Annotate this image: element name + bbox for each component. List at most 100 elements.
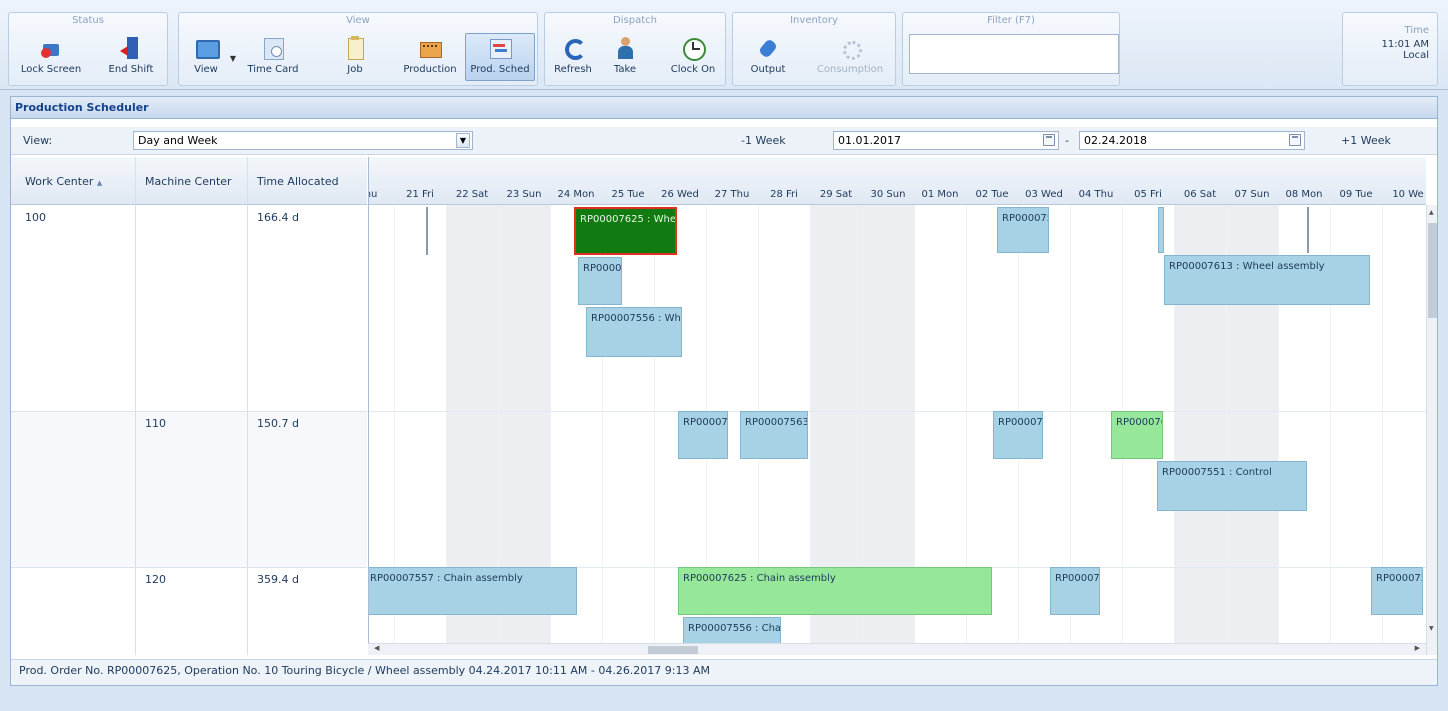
row-divider: [11, 567, 367, 568]
machine-center-column-header[interactable]: Machine Center: [145, 175, 232, 188]
lock-screen-button[interactable]: Lock Screen: [13, 33, 89, 81]
day-header-label[interactable]: 04 Thu: [1070, 189, 1122, 200]
schedule-bar[interactable]: RP00007551 : Chain assembly: [1371, 567, 1423, 615]
ribbon: Status Lock Screen End Shift View View ▼…: [0, 0, 1448, 90]
end-shift-button[interactable]: End Shift: [99, 33, 163, 81]
scroll-left-icon[interactable]: ◀: [374, 644, 379, 652]
view-button[interactable]: View ▼: [185, 33, 236, 81]
consumption-button[interactable]: Consumption: [811, 33, 889, 81]
vertical-scrollbar[interactable]: ▲ ▼: [1426, 205, 1437, 655]
prod-sched-button[interactable]: Prod. Sched: [465, 33, 535, 81]
schedule-bar[interactable]: RP00007556 : Wheel assembly: [586, 307, 682, 357]
day-header-label[interactable]: 10 We: [1382, 189, 1426, 200]
schedule-bar[interactable]: RP00007556 : Wheel assembly: [578, 257, 622, 305]
schedule-bar-selected[interactable]: RP00007625 : Wheel assembly: [574, 207, 677, 255]
group-title-inventory: Inventory: [790, 15, 838, 26]
schedule-bar[interactable]: RP00007561 : Control: [678, 411, 728, 459]
scroll-up-icon[interactable]: ▲: [1429, 209, 1434, 216]
gantt-chart[interactable]: Thu21 Fri22 Sat23 Sun24 Mon25 Tue26 Wed2…: [368, 157, 1426, 655]
day-header-label[interactable]: 29 Sat: [810, 189, 862, 200]
schedule-bar[interactable]: RP00007551 : Control: [1157, 461, 1307, 511]
day-header-label[interactable]: 24 Mon: [550, 189, 602, 200]
production-button[interactable]: Production: [399, 33, 461, 81]
day-header-label[interactable]: Thu: [369, 189, 394, 200]
date-from-field[interactable]: 01.01.2017: [833, 131, 1059, 150]
group-title-status: Status: [72, 15, 104, 26]
job-button[interactable]: Job: [337, 33, 373, 81]
chevron-down-icon[interactable]: ▼: [456, 133, 470, 148]
horizontal-scroll-thumb[interactable]: [648, 646, 698, 654]
day-header-label[interactable]: 30 Sun: [862, 189, 914, 200]
time-card-button[interactable]: Time Card: [243, 33, 303, 81]
ribbon-group-dispatch: Dispatch Refresh Take Clock On: [544, 12, 726, 86]
day-header-label[interactable]: 09 Tue: [1330, 189, 1382, 200]
prev-week-button[interactable]: -1 Week: [741, 134, 786, 147]
schedule-bar[interactable]: RP00007557 : Chain assembly: [369, 567, 577, 615]
day-header-label[interactable]: 23 Sun: [498, 189, 550, 200]
day-header-label[interactable]: 03 Wed: [1018, 189, 1070, 200]
calendar-icon[interactable]: [1289, 134, 1301, 146]
view-label: View:: [23, 134, 53, 147]
exit-door-icon: [119, 36, 143, 60]
schedule-bar[interactable]: RP00007625 : Chain assembly: [678, 567, 992, 615]
view-toolbar: View: Day and Week ▼ -1 Week 01.01.2017 …: [11, 127, 1437, 155]
schedule-bar[interactable]: RP00007557 : Wheel assembly: [997, 207, 1049, 253]
date-to-field[interactable]: 02.24.2018: [1079, 131, 1305, 150]
clock-icon: [681, 36, 706, 61]
schedule-bar[interactable]: RP00007563 : Control: [740, 411, 808, 459]
selection-status-line: Prod. Order No. RP00007625, Operation No…: [11, 659, 1437, 685]
day-header-label[interactable]: 21 Fri: [394, 189, 446, 200]
output-button[interactable]: Output: [743, 33, 793, 81]
ribbon-group-status: Status Lock Screen End Shift: [8, 12, 168, 86]
day-header-label[interactable]: 22 Sat: [446, 189, 498, 200]
day-header-label[interactable]: 01 Mon: [914, 189, 966, 200]
time-card-icon: [261, 36, 285, 60]
next-week-button[interactable]: +1 Week: [1341, 134, 1391, 147]
view-select-value: Day and Week: [138, 134, 218, 147]
job-label: Job: [347, 64, 363, 75]
marker-line: [426, 207, 428, 255]
marker-line: [1307, 207, 1309, 253]
schedule-chart-icon: [488, 36, 512, 60]
day-header-label[interactable]: 25 Tue: [602, 189, 654, 200]
scroll-down-icon[interactable]: ▼: [1429, 625, 1434, 632]
time-allocated-cell: 359.4 d: [257, 573, 299, 586]
day-header-label[interactable]: 08 Mon: [1278, 189, 1330, 200]
day-header-label[interactable]: 07 Sun: [1226, 189, 1278, 200]
day-header-label[interactable]: 27 Thu: [706, 189, 758, 200]
lock-screen-icon: [39, 36, 63, 60]
time-allocated-cell: 166.4 d: [257, 211, 299, 224]
schedule-bar[interactable]: RP00007613 : Chain assembly: [1050, 567, 1100, 615]
ribbon-group-inventory: Inventory Output Consumption: [732, 12, 896, 86]
day-header-label[interactable]: 05 Fri: [1122, 189, 1174, 200]
take-button[interactable]: Take: [605, 33, 645, 81]
calendar-icon[interactable]: [1043, 134, 1055, 146]
vertical-scroll-thumb[interactable]: [1428, 223, 1437, 318]
work-center-column-header[interactable]: Work Center ▲: [25, 175, 102, 188]
column-divider: [247, 157, 248, 655]
horizontal-scrollbar[interactable]: ◀ ▶: [368, 643, 1426, 655]
consumption-icon: [838, 36, 862, 60]
clock-on-button[interactable]: Clock On: [665, 33, 721, 81]
sort-ascending-icon: ▲: [96, 179, 103, 187]
scroll-right-icon[interactable]: ▶: [1415, 644, 1420, 652]
work-center-header-label: Work Center: [25, 175, 94, 188]
time-allocated-column-header[interactable]: Time Allocated: [257, 175, 339, 188]
schedule-bar[interactable]: RP00007613 : Wheel assembly: [1164, 255, 1370, 305]
grid-header: Work Center ▲ Machine Center Time Alloca…: [11, 157, 367, 205]
schedule-bar-thin[interactable]: [1158, 207, 1164, 253]
day-header-label[interactable]: 02 Tue: [966, 189, 1018, 200]
day-header-label[interactable]: 06 Sat: [1174, 189, 1226, 200]
filter-input[interactable]: [909, 34, 1119, 74]
row-band: [11, 411, 367, 567]
gantt-row-divider: [369, 411, 1426, 412]
row-divider: [11, 411, 367, 412]
refresh-button[interactable]: Refresh: [549, 33, 597, 81]
day-header-label[interactable]: 28 Fri: [758, 189, 810, 200]
time-allocated-cell: 150.7 d: [257, 417, 299, 430]
schedule-bar[interactable]: RP00007625 : Control: [1111, 411, 1163, 459]
schedule-bar[interactable]: RP00007613 : Control: [993, 411, 1043, 459]
time-zone: Local: [1403, 50, 1429, 61]
view-select[interactable]: Day and Week ▼: [133, 131, 473, 150]
day-header-label[interactable]: 26 Wed: [654, 189, 706, 200]
